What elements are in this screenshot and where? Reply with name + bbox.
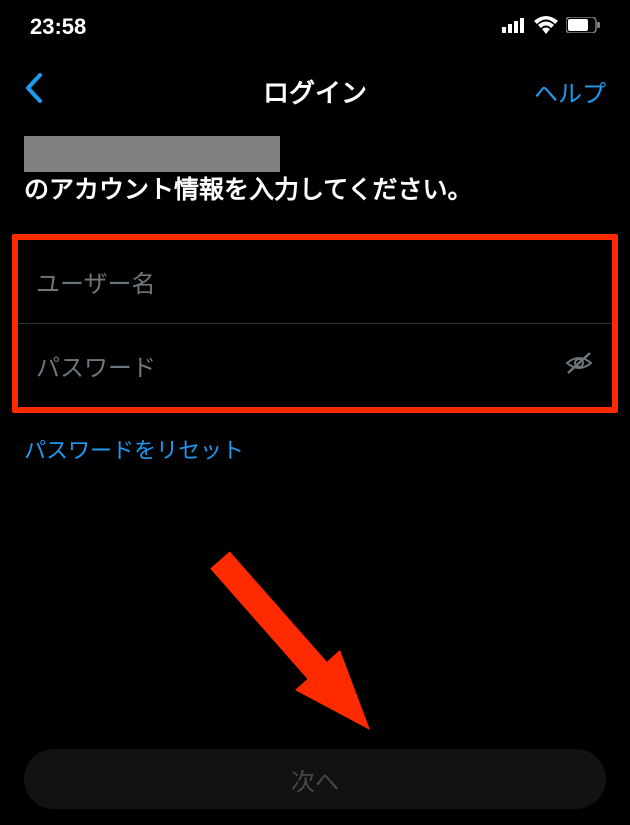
annotation-arrow-icon: [200, 540, 400, 750]
reset-password-link[interactable]: パスワードをリセット: [0, 413, 630, 485]
cellular-signal-icon: [502, 17, 526, 38]
password-visibility-toggle-icon[interactable]: [564, 351, 594, 380]
username-field[interactable]: ユーザー名: [18, 240, 612, 323]
status-time: 23:58: [30, 14, 86, 40]
login-prompt: のアカウント情報を入力してください。: [0, 130, 630, 222]
page-title: ログイン: [263, 73, 367, 110]
navigation-header: ログイン ヘルプ: [0, 50, 630, 130]
status-bar: 23:58: [0, 0, 630, 50]
battery-icon: [566, 17, 600, 38]
status-icons: [502, 16, 600, 39]
login-form-highlight: ユーザー名 パスワード: [12, 234, 618, 413]
password-field[interactable]: パスワード: [18, 323, 612, 407]
wifi-icon: [534, 16, 558, 39]
redacted-username: [24, 136, 280, 172]
username-placeholder: ユーザー名: [36, 264, 594, 299]
password-placeholder: パスワード: [36, 348, 564, 383]
back-button[interactable]: [24, 70, 74, 112]
help-link[interactable]: ヘルプ: [534, 74, 606, 109]
prompt-text: のアカウント情報を入力してください。: [24, 172, 473, 210]
next-button[interactable]: 次へ: [24, 749, 606, 809]
